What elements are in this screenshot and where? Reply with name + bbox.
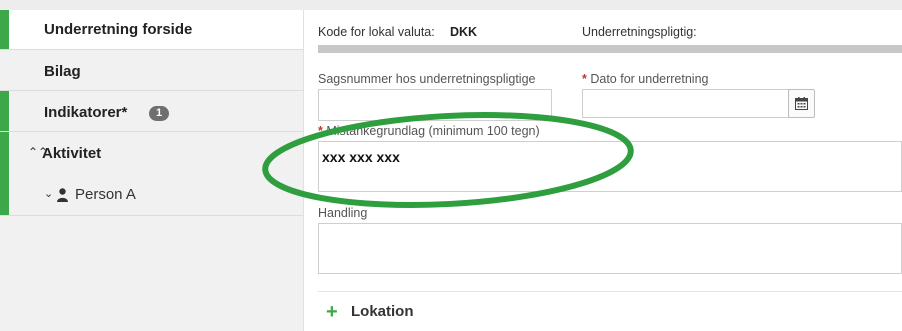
required-marker: * <box>582 72 587 86</box>
section-divider <box>318 45 902 53</box>
plus-icon[interactable]: + <box>326 301 338 324</box>
calendar-button[interactable] <box>788 89 815 118</box>
sidebar-item-label: Underretning forside <box>44 21 193 38</box>
required-marker: * <box>318 124 323 138</box>
section-divider <box>318 291 902 292</box>
sidebar-item-label: Person A <box>75 186 136 203</box>
chevron-down-icon[interactable]: ⌄ <box>44 187 53 200</box>
sidebar-item-bilag[interactable]: Bilag <box>0 50 303 91</box>
sidebar: Underretning forside Bilag Indikatorer* … <box>0 10 304 331</box>
sidebar-item-indikatorer[interactable]: Indikatorer* 1 <box>0 91 303 132</box>
case-number-label: Sagsnummer hos underretningspligtige <box>318 72 536 86</box>
action-label: Handling <box>318 206 368 220</box>
person-icon <box>57 188 68 202</box>
sidebar-item-label: Indikatorer* <box>44 104 128 121</box>
reporter-label: Underretningspligtig: <box>582 25 697 39</box>
status-indicator <box>0 91 9 131</box>
currency-label: Kode for lokal valuta: <box>318 25 435 39</box>
suspicion-label: * Mistankegrundlag (minimum 100 tegn) <box>318 124 540 138</box>
sidebar-item-person-a[interactable]: ⌄ Person A <box>0 173 303 216</box>
active-indicator <box>0 10 9 49</box>
case-number-input[interactable] <box>318 89 552 121</box>
suspicion-value: xxx xxx xxx <box>322 149 400 165</box>
sidebar-item-aktivitet[interactable]: ⌃⌃ Aktivitet <box>0 132 303 173</box>
action-textarea[interactable] <box>318 223 902 274</box>
sidebar-item-label: Bilag <box>44 63 81 80</box>
date-input[interactable] <box>582 89 790 118</box>
date-label: * Dato for underretning <box>582 72 709 86</box>
location-section-toggle[interactable]: Lokation <box>351 303 414 320</box>
sidebar-item-underretning-forside[interactable]: Underretning forside <box>0 10 303 50</box>
currency-value: DKK <box>450 25 478 39</box>
calendar-icon <box>795 97 808 110</box>
count-badge: 1 <box>149 106 169 121</box>
suspicion-textarea[interactable] <box>318 141 902 192</box>
sidebar-item-label: Aktivitet <box>42 145 102 162</box>
main-form: Kode for lokal valuta: DKK Underretnings… <box>304 10 902 331</box>
